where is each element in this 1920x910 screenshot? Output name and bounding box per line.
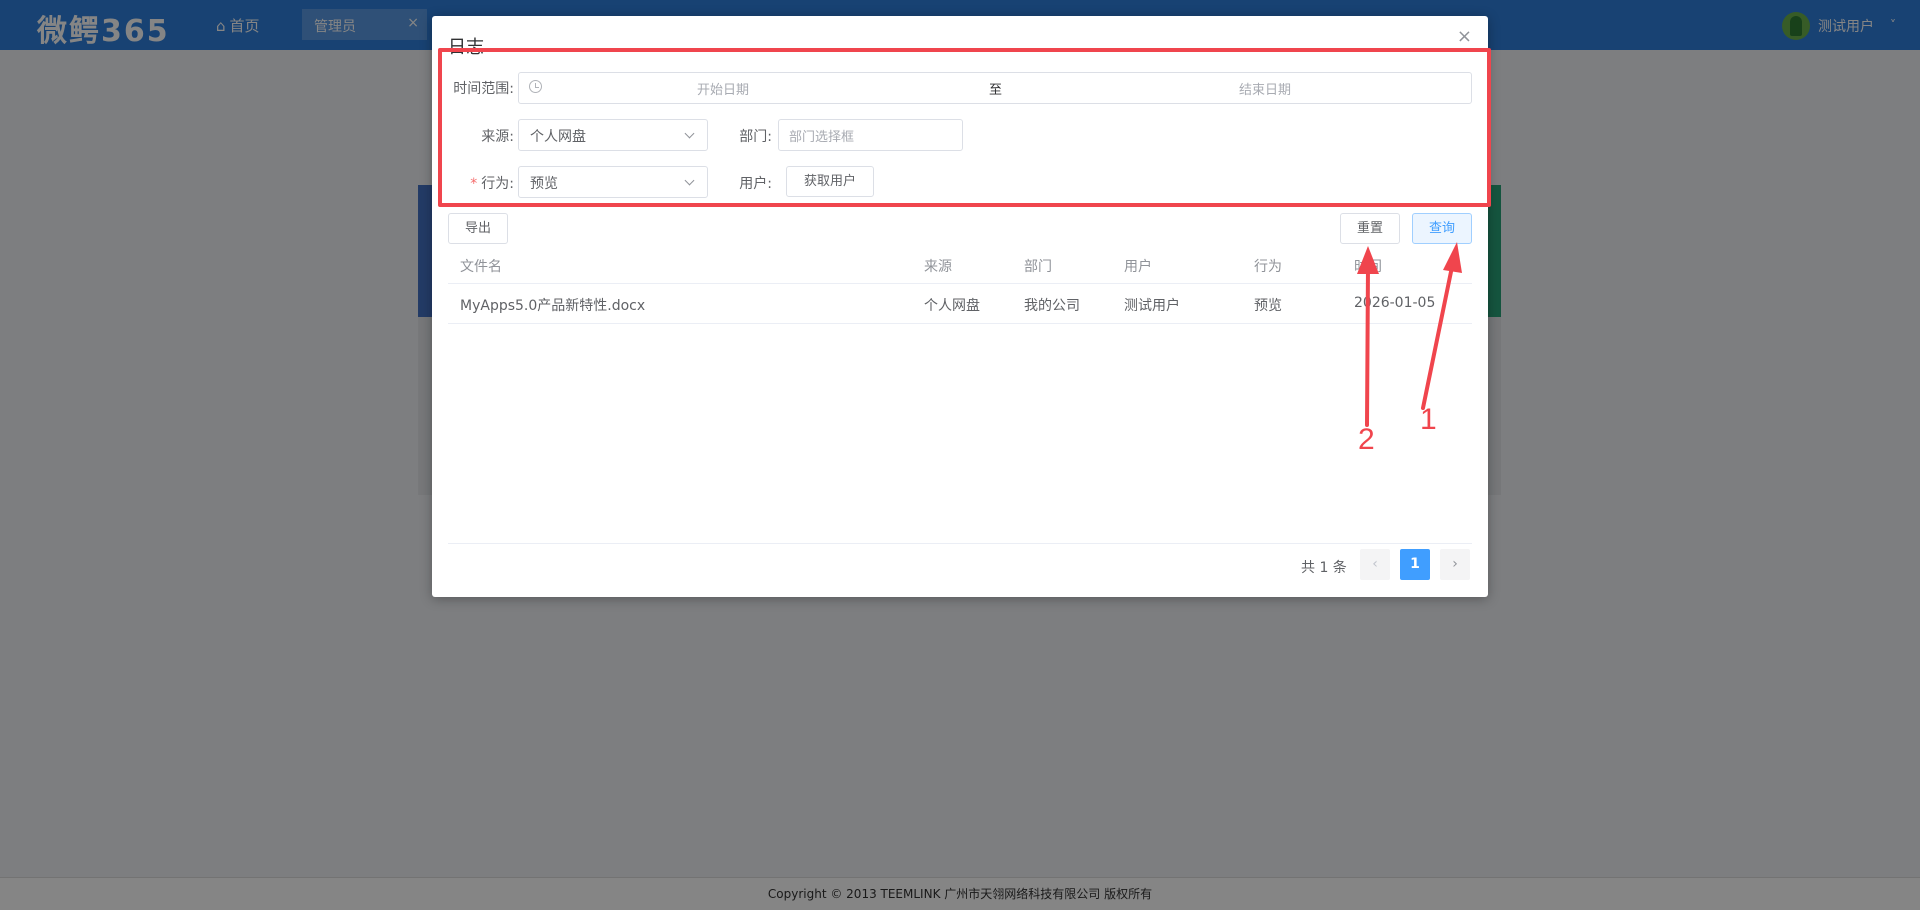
column-header-action: 行为: [1254, 259, 1282, 275]
export-button[interactable]: 导出: [448, 213, 508, 244]
annotation-highlight-box: [438, 48, 1491, 207]
pagination-next-button[interactable]: ›: [1440, 549, 1470, 580]
column-header-time: 时间: [1354, 259, 1382, 275]
annotation-label-2: 2: [1358, 423, 1375, 456]
annotation-label-1: 1: [1420, 403, 1437, 436]
reset-button[interactable]: 重置: [1340, 213, 1400, 244]
column-header-source: 来源: [924, 259, 952, 275]
pagination-total: 共 1 条: [1301, 560, 1347, 576]
cell-department: 我的公司: [1024, 298, 1080, 314]
close-icon[interactable]: ×: [1457, 26, 1472, 47]
cell-filename: MyApps5.0产品新特性.docx: [460, 298, 646, 314]
table-row[interactable]: MyApps5.0产品新特性.docx 个人网盘 我的公司 测试用户 预览 20…: [448, 285, 1472, 324]
query-button[interactable]: 查询: [1412, 213, 1472, 244]
cell-action: 预览: [1254, 298, 1282, 314]
pagination-prev-button[interactable]: ‹: [1360, 549, 1390, 580]
column-header-filename: 文件名: [460, 259, 502, 275]
table-header: 文件名 来源 部门 用户 行为 时间: [448, 249, 1472, 284]
table-divider: [448, 543, 1472, 544]
cell-user: 测试用户: [1124, 298, 1180, 314]
column-header-department: 部门: [1024, 259, 1052, 275]
cell-source: 个人网盘: [924, 298, 980, 314]
cell-time: 2026-01-05: [1354, 295, 1436, 311]
pagination-page-1[interactable]: 1: [1400, 549, 1430, 580]
column-header-user: 用户: [1124, 259, 1152, 275]
